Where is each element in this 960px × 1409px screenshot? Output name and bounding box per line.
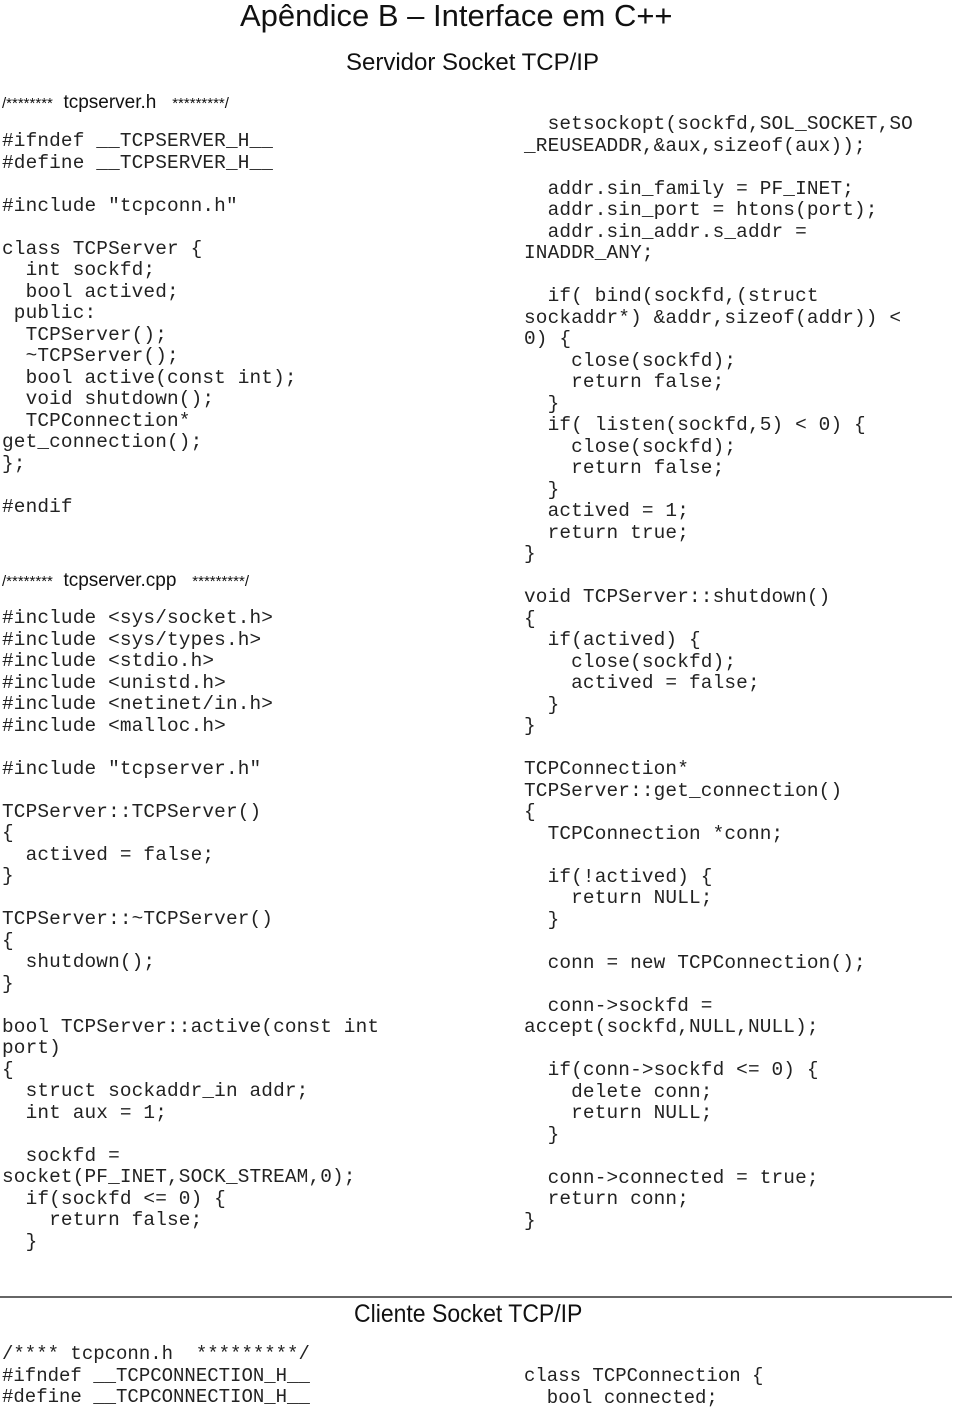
comment-prefix: /******** (2, 95, 53, 112)
page-title: Apêndice B – Interface em C++ (240, 0, 673, 33)
code-block-tcpconn-h-left: /**** tcpconn.h *********/ #ifndef __TCP… (2, 1343, 310, 1408)
comment-suffix: *********/ (192, 573, 249, 590)
code-block-tcpserver-cpp-left: #include <sys/socket.h> #include <sys/ty… (2, 607, 380, 1253)
code-block-tcpserver-cpp-right: setsockopt(sockfd,SOL_SOCKET,SO _REUSEAD… (524, 113, 913, 1232)
file-header-tcpserver-cpp: /******** tcpserver.cpp *********/ (2, 570, 249, 592)
comment-suffix: *********/ (172, 95, 229, 112)
file-name: tcpserver.cpp (63, 570, 177, 591)
comment-prefix: /******** (2, 573, 53, 590)
section-divider (0, 1296, 952, 1298)
section-title-client: Cliente Socket TCP/IP (354, 1300, 583, 1328)
file-header-tcpserver-h: /******** tcpserver.h *********/ (2, 92, 229, 114)
file-name: tcpserver.h (63, 92, 157, 113)
section-title-server: Servidor Socket TCP/IP (346, 49, 599, 76)
code-block-tcpserver-h: #ifndef __TCPSERVER_H__ #define __TCPSER… (2, 130, 297, 518)
code-block-tcpconn-h-right: class TCPConnection { bool connected; (524, 1365, 764, 1409)
